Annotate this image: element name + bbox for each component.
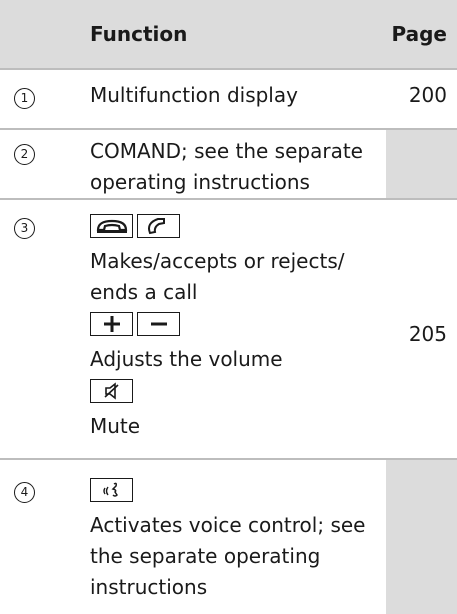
hang-up-phone-icon	[90, 214, 133, 238]
function-text-line: Makes/accepts or rejects/	[90, 249, 345, 273]
function-text-line: Activates voice control; see	[90, 513, 366, 537]
mute-keys	[90, 379, 386, 405]
function-text-line: ends a call	[90, 280, 198, 304]
mute-speaker-icon	[90, 379, 133, 403]
table-row: 3 Makes/accepts or rejects/ ends a call	[0, 198, 457, 458]
header-page: Page	[386, 0, 457, 68]
plus-key-icon	[90, 312, 133, 336]
item-number-1: 1	[14, 88, 35, 109]
page-number: 205	[386, 198, 457, 458]
function-text: Multifunction display	[76, 68, 386, 128]
accept-call-phone-icon	[137, 214, 180, 238]
header-blank	[0, 0, 76, 68]
item-number-3: 3	[14, 218, 35, 239]
page-number: 200	[386, 68, 457, 128]
item-number-2: 2	[14, 144, 35, 165]
page-number	[386, 128, 457, 198]
call-keys	[90, 214, 386, 240]
function-text-line: Adjusts the volume	[90, 347, 283, 371]
table-row: 4 Activates voice control; see the separ…	[0, 458, 457, 614]
function-text-line: COMAND; see the separate	[90, 139, 363, 163]
table-row: 2 COMAND; see the separate operating ins…	[0, 128, 457, 198]
minus-key-icon	[137, 312, 180, 336]
function-text-line: the separate operating	[90, 544, 321, 568]
function-text-line: Mute	[90, 414, 141, 438]
function-text-line: instructions	[90, 575, 208, 599]
table-header-row: Function Page	[0, 0, 457, 68]
header-function: Function	[76, 0, 386, 68]
voice-keys	[90, 478, 386, 504]
table-row: 1 Multifunction display 200	[0, 68, 457, 128]
item-number-4: 4	[14, 482, 35, 503]
function-text-line: operating instructions	[90, 170, 310, 194]
page-number	[386, 458, 457, 614]
voice-control-icon	[90, 478, 133, 502]
function-table: Function Page 1 Multifunction display 20…	[0, 0, 457, 614]
volume-keys	[90, 312, 386, 338]
